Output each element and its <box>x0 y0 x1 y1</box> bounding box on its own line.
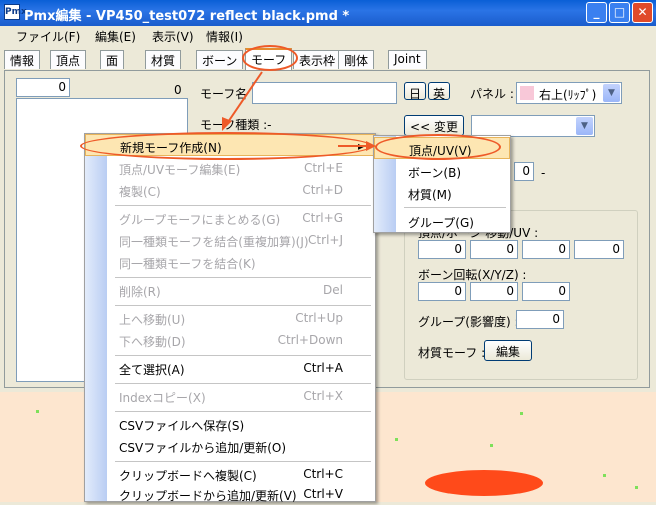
annotation-arrows <box>222 71 376 151</box>
annotation-arrow-head <box>366 141 376 151</box>
annotation-arrow-line <box>225 71 263 126</box>
